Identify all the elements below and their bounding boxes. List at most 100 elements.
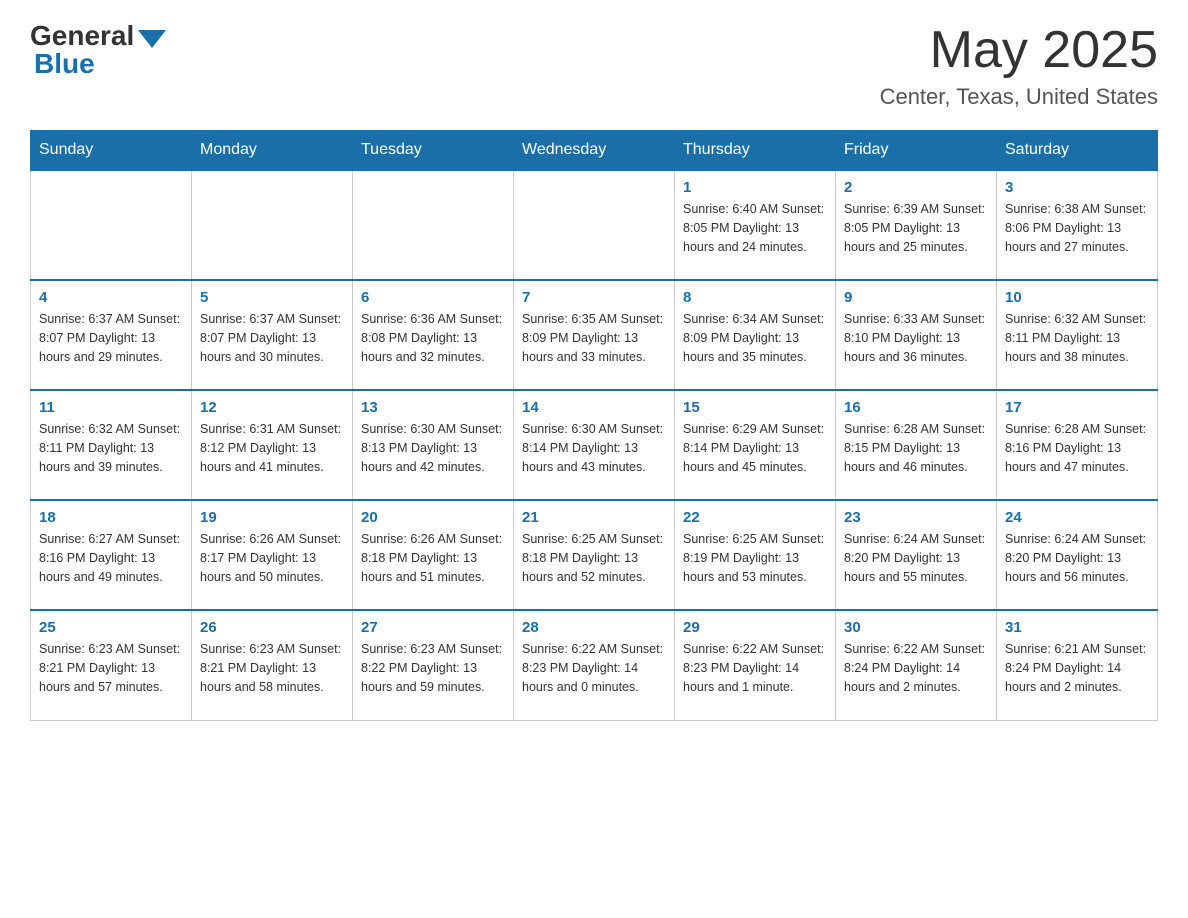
day-number: 20 — [361, 509, 505, 526]
calendar-cell: 20 Sunrise: 6:26 AM Sunset: 8:18 PM Dayli… — [353, 500, 514, 610]
day-info: Sunrise: 6:27 AM Sunset: 8:16 PM Dayligh… — [39, 530, 183, 586]
calendar-cell: 30 Sunrise: 6:22 AM Sunset: 8:24 PM Dayli… — [836, 610, 997, 720]
col-header-saturday: Saturday — [997, 131, 1158, 171]
day-number: 9 — [844, 289, 988, 306]
calendar-cell: 13 Sunrise: 6:30 AM Sunset: 8:13 PM Dayli… — [353, 390, 514, 500]
day-info: Sunrise: 6:30 AM Sunset: 8:14 PM Dayligh… — [522, 420, 666, 476]
month-title: May 2025 — [880, 20, 1158, 80]
day-number: 15 — [683, 399, 827, 416]
calendar-cell: 18 Sunrise: 6:27 AM Sunset: 8:16 PM Dayli… — [31, 500, 192, 610]
day-number: 29 — [683, 619, 827, 636]
day-number: 16 — [844, 399, 988, 416]
calendar-cell — [31, 170, 192, 280]
day-info: Sunrise: 6:22 AM Sunset: 8:24 PM Dayligh… — [844, 640, 988, 696]
day-number: 24 — [1005, 509, 1149, 526]
day-info: Sunrise: 6:22 AM Sunset: 8:23 PM Dayligh… — [522, 640, 666, 696]
day-number: 28 — [522, 619, 666, 636]
week-row-5: 25 Sunrise: 6:23 AM Sunset: 8:21 PM Dayli… — [31, 610, 1158, 720]
col-header-tuesday: Tuesday — [353, 131, 514, 171]
calendar-cell: 22 Sunrise: 6:25 AM Sunset: 8:19 PM Dayli… — [675, 500, 836, 610]
day-number: 8 — [683, 289, 827, 306]
day-info: Sunrise: 6:26 AM Sunset: 8:18 PM Dayligh… — [361, 530, 505, 586]
day-number: 30 — [844, 619, 988, 636]
day-info: Sunrise: 6:40 AM Sunset: 8:05 PM Dayligh… — [683, 200, 827, 256]
day-info: Sunrise: 6:33 AM Sunset: 8:10 PM Dayligh… — [844, 310, 988, 366]
day-info: Sunrise: 6:37 AM Sunset: 8:07 PM Dayligh… — [200, 310, 344, 366]
calendar-cell: 19Sunrise: 6:26 AM Sunset: 8:17 PM Dayli… — [192, 500, 353, 610]
calendar-cell: 5 Sunrise: 6:37 AM Sunset: 8:07 PM Daylig… — [192, 280, 353, 390]
day-info: Sunrise: 6:39 AM Sunset: 8:05 PM Dayligh… — [844, 200, 988, 256]
calendar-cell — [192, 170, 353, 280]
calendar-table: SundayMondayTuesdayWednesdayThursdayFrid… — [30, 130, 1158, 721]
day-info: Sunrise: 6:29 AM Sunset: 8:14 PM Dayligh… — [683, 420, 827, 476]
col-header-friday: Friday — [836, 131, 997, 171]
day-info: Sunrise: 6:23 AM Sunset: 8:21 PM Dayligh… — [39, 640, 183, 696]
calendar-cell — [514, 170, 675, 280]
calendar-cell: 1 Sunrise: 6:40 AM Sunset: 8:05 PM Daylig… — [675, 170, 836, 280]
col-header-sunday: Sunday — [31, 131, 192, 171]
day-info: Sunrise: 6:31 AM Sunset: 8:12 PM Dayligh… — [200, 420, 344, 476]
calendar-cell: 12 Sunrise: 6:31 AM Sunset: 8:12 PM Dayli… — [192, 390, 353, 500]
title-area: May 2025 Center, Texas, United States — [880, 20, 1158, 110]
day-info: Sunrise: 6:28 AM Sunset: 8:16 PM Dayligh… — [1005, 420, 1149, 476]
calendar-cell: 10 Sunrise: 6:32 AM Sunset: 8:11 PM Dayli… — [997, 280, 1158, 390]
calendar-cell: 31 Sunrise: 6:21 AM Sunset: 8:24 PM Dayli… — [997, 610, 1158, 720]
calendar-cell: 9 Sunrise: 6:33 AM Sunset: 8:10 PM Daylig… — [836, 280, 997, 390]
day-number: 4 — [39, 289, 183, 306]
day-info: Sunrise: 6:26 AM Sunset: 8:17 PM Dayligh… — [200, 530, 344, 586]
day-number: 11 — [39, 399, 183, 416]
calendar-cell: 3 Sunrise: 6:38 AM Sunset: 8:06 PM Daylig… — [997, 170, 1158, 280]
calendar-cell: 6Sunrise: 6:36 AM Sunset: 8:08 PM Daylig… — [353, 280, 514, 390]
day-number: 14 — [522, 399, 666, 416]
page-header: General Blue May 2025 Center, Texas, Uni… — [30, 20, 1158, 110]
day-number: 12 — [200, 399, 344, 416]
col-header-thursday: Thursday — [675, 131, 836, 171]
day-info: Sunrise: 6:38 AM Sunset: 8:06 PM Dayligh… — [1005, 200, 1149, 256]
logo-arrow-icon — [138, 30, 166, 48]
day-info: Sunrise: 6:24 AM Sunset: 8:20 PM Dayligh… — [844, 530, 988, 586]
day-number: 10 — [1005, 289, 1149, 306]
col-header-monday: Monday — [192, 131, 353, 171]
day-number: 13 — [361, 399, 505, 416]
calendar-cell: 25 Sunrise: 6:23 AM Sunset: 8:21 PM Dayli… — [31, 610, 192, 720]
day-number: 25 — [39, 619, 183, 636]
calendar-cell: 4 Sunrise: 6:37 AM Sunset: 8:07 PM Daylig… — [31, 280, 192, 390]
day-number: 5 — [200, 289, 344, 306]
logo-blue-text: Blue — [32, 48, 95, 80]
day-info: Sunrise: 6:21 AM Sunset: 8:24 PM Dayligh… — [1005, 640, 1149, 696]
calendar-cell: 23 Sunrise: 6:24 AM Sunset: 8:20 PM Dayli… — [836, 500, 997, 610]
day-info: Sunrise: 6:32 AM Sunset: 8:11 PM Dayligh… — [39, 420, 183, 476]
logo: General Blue — [30, 20, 166, 80]
calendar-cell: 8Sunrise: 6:34 AM Sunset: 8:09 PM Daylig… — [675, 280, 836, 390]
calendar-cell: 14 Sunrise: 6:30 AM Sunset: 8:14 PM Dayli… — [514, 390, 675, 500]
day-info: Sunrise: 6:35 AM Sunset: 8:09 PM Dayligh… — [522, 310, 666, 366]
day-number: 31 — [1005, 619, 1149, 636]
day-number: 1 — [683, 179, 827, 196]
day-number: 7 — [522, 289, 666, 306]
location-title: Center, Texas, United States — [880, 84, 1158, 110]
day-number: 18 — [39, 509, 183, 526]
day-info: Sunrise: 6:25 AM Sunset: 8:18 PM Dayligh… — [522, 530, 666, 586]
day-number: 17 — [1005, 399, 1149, 416]
day-number: 3 — [1005, 179, 1149, 196]
calendar-cell: 15 Sunrise: 6:29 AM Sunset: 8:14 PM Dayli… — [675, 390, 836, 500]
calendar-cell: 2Sunrise: 6:39 AM Sunset: 8:05 PM Daylig… — [836, 170, 997, 280]
day-info: Sunrise: 6:25 AM Sunset: 8:19 PM Dayligh… — [683, 530, 827, 586]
calendar-cell: 26Sunrise: 6:23 AM Sunset: 8:21 PM Dayli… — [192, 610, 353, 720]
calendar-cell: 27Sunrise: 6:23 AM Sunset: 8:22 PM Dayli… — [353, 610, 514, 720]
day-info: Sunrise: 6:30 AM Sunset: 8:13 PM Dayligh… — [361, 420, 505, 476]
calendar-cell: 28 Sunrise: 6:22 AM Sunset: 8:23 PM Dayli… — [514, 610, 675, 720]
calendar-cell: 7 Sunrise: 6:35 AM Sunset: 8:09 PM Daylig… — [514, 280, 675, 390]
week-row-2: 4 Sunrise: 6:37 AM Sunset: 8:07 PM Daylig… — [31, 280, 1158, 390]
day-number: 22 — [683, 509, 827, 526]
day-number: 23 — [844, 509, 988, 526]
calendar-cell — [353, 170, 514, 280]
calendar-cell: 11 Sunrise: 6:32 AM Sunset: 8:11 PM Dayli… — [31, 390, 192, 500]
day-info: Sunrise: 6:37 AM Sunset: 8:07 PM Dayligh… — [39, 310, 183, 366]
calendar-cell: 17 Sunrise: 6:28 AM Sunset: 8:16 PM Dayli… — [997, 390, 1158, 500]
day-number: 21 — [522, 509, 666, 526]
day-info: Sunrise: 6:32 AM Sunset: 8:11 PM Dayligh… — [1005, 310, 1149, 366]
day-info: Sunrise: 6:23 AM Sunset: 8:22 PM Dayligh… — [361, 640, 505, 696]
day-info: Sunrise: 6:22 AM Sunset: 8:23 PM Dayligh… — [683, 640, 827, 696]
day-info: Sunrise: 6:36 AM Sunset: 8:08 PM Dayligh… — [361, 310, 505, 366]
